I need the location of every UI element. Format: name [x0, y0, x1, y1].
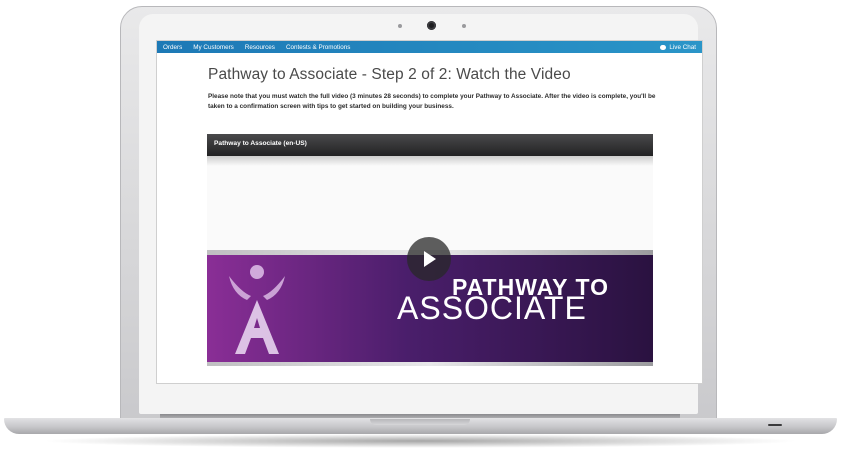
nav-orders[interactable]: Orders	[163, 44, 182, 51]
intro-text: Please note that you must watch the full…	[208, 93, 656, 110]
status-light	[768, 424, 782, 426]
video-player[interactable]: Pathway to Associate (en-US) PATHWAY TO …	[207, 134, 653, 366]
associate-logo-icon	[229, 265, 285, 354]
banner-silver-line	[207, 362, 653, 366]
banner-subheadline: ASSOCIATE	[397, 290, 587, 326]
play-button[interactable]	[407, 237, 451, 281]
nav-my-customers[interactable]: My Customers	[193, 44, 234, 51]
video-title: Pathway to Associate (en-US)	[214, 140, 307, 147]
nav-contests-promotions[interactable]: Contests & Promotions	[286, 44, 350, 51]
live-chat-button[interactable]: Live Chat	[660, 41, 696, 53]
camera-icon	[427, 21, 436, 30]
video-header: Pathway to Associate (en-US)	[207, 134, 653, 156]
header-shadow	[207, 156, 653, 166]
laptop-notch	[370, 419, 470, 425]
chat-bubble-icon	[660, 44, 667, 50]
nav-resources[interactable]: Resources	[245, 44, 275, 51]
bezel-sensor-dot	[462, 24, 466, 28]
laptop-shadow	[40, 434, 800, 448]
play-icon	[424, 251, 436, 267]
bezel-sensor-dot	[398, 24, 402, 28]
top-navbar: Orders My Customers Resources Contests &…	[157, 41, 702, 53]
live-chat-label: Live Chat	[669, 43, 696, 51]
browser-screen: Orders My Customers Resources Contests &…	[156, 40, 703, 384]
page-title: Pathway to Associate - Step 2 of 2: Watc…	[208, 66, 571, 83]
